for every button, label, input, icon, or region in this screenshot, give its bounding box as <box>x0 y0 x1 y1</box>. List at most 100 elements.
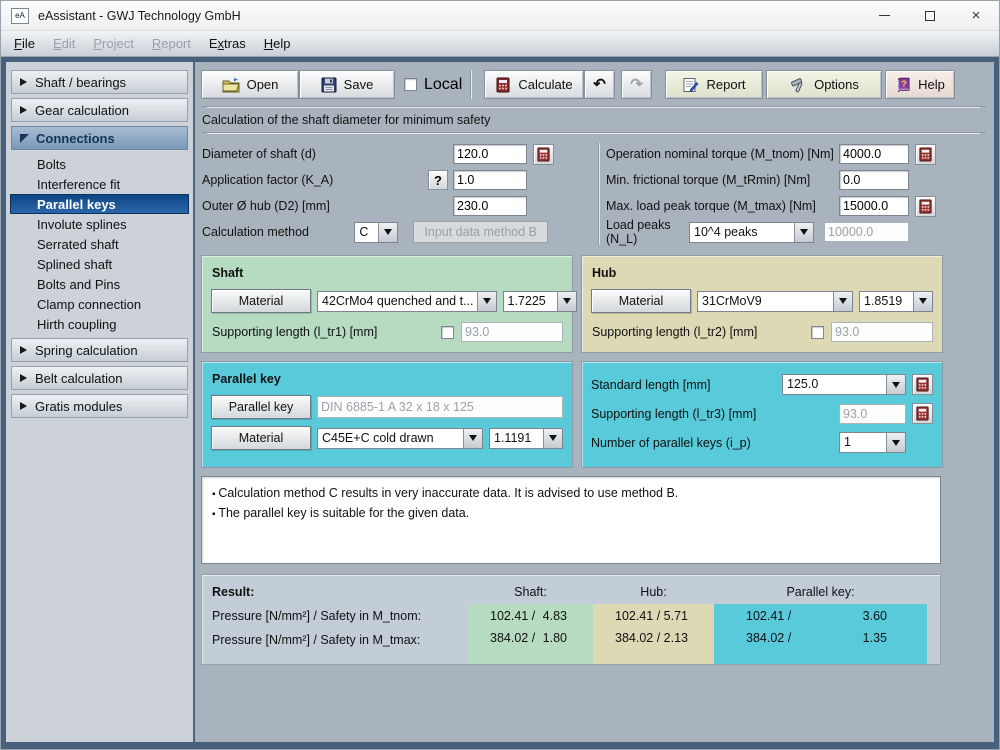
options-button[interactable]: Options <box>766 70 882 99</box>
nominal-torque-calc-button[interactable] <box>915 144 936 165</box>
key-supporting-length-calc-button[interactable] <box>912 403 933 424</box>
shaft-material-select[interactable]: 42CrMo4 quenched and t... <box>317 291 497 312</box>
app-logo-text: eA <box>15 11 25 20</box>
sidebar-item-bolts[interactable]: Bolts <box>11 154 188 174</box>
result-panel: Result: Shaft: Hub: Parallel key: Pressu… <box>201 574 941 665</box>
shaft-material-button[interactable]: Material <box>211 289 311 313</box>
report-button[interactable]: Report <box>665 70 763 99</box>
open-folder-icon <box>222 77 240 93</box>
help-button[interactable]: ? Help <box>885 70 955 99</box>
key-material-number: 1.1191 <box>490 429 543 448</box>
dropdown-arrow-icon <box>378 223 397 242</box>
hub-material-number-select[interactable]: 1.8519 <box>859 291 933 312</box>
sidebar-item-bolts-and-pins[interactable]: Bolts and Pins <box>11 274 188 294</box>
load-peaks-select[interactable]: 10^4 peaks <box>689 222 814 243</box>
sidebar-item-serrated-shaft[interactable]: Serrated shaft <box>11 234 188 254</box>
hub-panel: Hub Material 31CrMoV9 1.8519 Supp <box>581 255 943 353</box>
sidebar-section-shaft-bearings[interactable]: Shaft / bearings <box>11 70 188 94</box>
minimize-icon <box>879 15 890 16</box>
sidebar-item-parallel-keys[interactable]: Parallel keys <box>10 194 189 214</box>
result-cell-hub-tnom: 102.41 /5.71 <box>593 604 714 628</box>
calculate-label: Calculate <box>518 77 572 92</box>
calculate-button[interactable]: Calculate <box>484 70 584 99</box>
key-material-select[interactable]: C45E+C cold drawn <box>317 428 483 449</box>
section-label: Connections <box>36 131 115 146</box>
save-floppy-icon <box>321 77 337 93</box>
window-title: eAssistant - GWJ Technology GmbH <box>38 9 861 23</box>
number-of-keys-select[interactable]: 1 <box>839 432 906 453</box>
dropdown-arrow-icon <box>794 223 813 242</box>
help-label: Help <box>918 77 945 92</box>
outer-hub-diameter-input[interactable] <box>453 196 527 216</box>
menu-report: Report <box>143 33 200 54</box>
shaft-supporting-length-label: Supporting length (l_tr1) [mm] <box>211 325 441 339</box>
application-factor-help-button[interactable]: ? <box>428 170 448 190</box>
sidebar-section-gratis-modules[interactable]: Gratis modules <box>11 394 188 418</box>
sidebar-section-connections[interactable]: Connections <box>11 126 188 150</box>
menu-help[interactable]: Help <box>255 33 300 54</box>
standard-length-select[interactable]: 125.0 <box>782 374 906 395</box>
hub-material-select[interactable]: 31CrMoV9 <box>697 291 853 312</box>
key-material-button[interactable]: Material <box>211 426 311 450</box>
form-divider <box>598 143 600 245</box>
parallel-key-designation-field <box>317 396 563 418</box>
report-notepad-icon <box>682 77 699 93</box>
section-label: Belt calculation <box>35 371 122 386</box>
peak-torque-input[interactable] <box>839 196 909 216</box>
hub-material-button[interactable]: Material <box>591 289 691 313</box>
mini-calculator-icon <box>915 377 930 392</box>
hub-supporting-length-checkbox[interactable] <box>811 326 824 339</box>
title-bar: eA eAssistant - GWJ Technology GmbH × <box>1 1 999 31</box>
peak-torque-calc-button[interactable] <box>915 196 936 217</box>
key-material-number-select[interactable]: 1.1191 <box>489 428 563 449</box>
parallel-key-panel-title: Parallel key <box>212 372 563 386</box>
shaft-supporting-length-checkbox[interactable] <box>441 326 454 339</box>
undo-button[interactable]: ↶ <box>584 70 615 99</box>
options-tools-icon <box>789 77 807 93</box>
outer-hub-diameter-label: Outer Ø hub (D2) [mm] <box>202 199 453 213</box>
local-option: Local <box>395 70 471 99</box>
close-button[interactable]: × <box>953 1 999 30</box>
app-frame: Shaft / bearings Gear calculation Connec… <box>1 57 999 749</box>
sidebar-section-belt-calculation[interactable]: Belt calculation <box>11 366 188 390</box>
sidebar-item-clamp-connection[interactable]: Clamp connection <box>11 294 188 314</box>
sidebar-item-involute-splines[interactable]: Involute splines <box>11 214 188 234</box>
application-factor-input[interactable] <box>453 170 527 190</box>
save-button[interactable]: Save <box>299 70 395 99</box>
minimize-button[interactable] <box>861 1 907 30</box>
message-box: Calculation method C results in very ina… <box>201 476 941 564</box>
section-label: Spring calculation <box>35 343 138 358</box>
maximize-button[interactable] <box>907 1 953 30</box>
open-label: Open <box>247 77 279 92</box>
sidebar-section-gear-calculation[interactable]: Gear calculation <box>11 98 188 122</box>
sidebar-item-splined-shaft[interactable]: Splined shaft <box>11 254 188 274</box>
menu-file[interactable]: File <box>5 33 44 54</box>
standard-length-calc-button[interactable] <box>912 374 933 395</box>
shaft-material-number-select[interactable]: 1.7225 <box>503 291 577 312</box>
sidebar-section-spring-calculation[interactable]: Spring calculation <box>11 338 188 362</box>
shaft-material-value: 42CrMo4 quenched and t... <box>318 292 477 311</box>
result-col-shaft: Shaft: <box>468 580 593 604</box>
parallel-key-button[interactable]: Parallel key <box>211 395 311 419</box>
calculator-icon <box>495 77 511 93</box>
dropdown-arrow-icon <box>886 433 905 452</box>
shaft-panel-title: Shaft <box>212 266 563 280</box>
frictional-torque-input[interactable] <box>839 170 909 190</box>
calculation-method-select[interactable]: C <box>354 222 398 243</box>
diameter-calc-button[interactable] <box>533 144 554 165</box>
local-label: Local <box>424 76 462 94</box>
diameter-of-shaft-input[interactable] <box>453 144 527 164</box>
menu-extras[interactable]: Extras <box>200 33 255 54</box>
sidebar-item-hirth-coupling[interactable]: Hirth coupling <box>11 314 188 334</box>
nominal-torque-input[interactable] <box>839 144 909 164</box>
app-window: eA eAssistant - GWJ Technology GmbH × Fi… <box>0 0 1000 750</box>
hub-panel-title: Hub <box>592 266 933 280</box>
options-label: Options <box>814 77 859 92</box>
hub-supporting-length-label: Supporting length (l_tr2) [mm] <box>591 325 811 339</box>
hub-material-value: 31CrMoV9 <box>698 292 833 311</box>
local-checkbox[interactable] <box>404 78 417 91</box>
sidebar-item-interference-fit[interactable]: Interference fit <box>11 174 188 194</box>
open-button[interactable]: Open <box>201 70 299 99</box>
save-label: Save <box>344 77 374 92</box>
diameter-of-shaft-label: Diameter of shaft (d) <box>202 147 453 161</box>
